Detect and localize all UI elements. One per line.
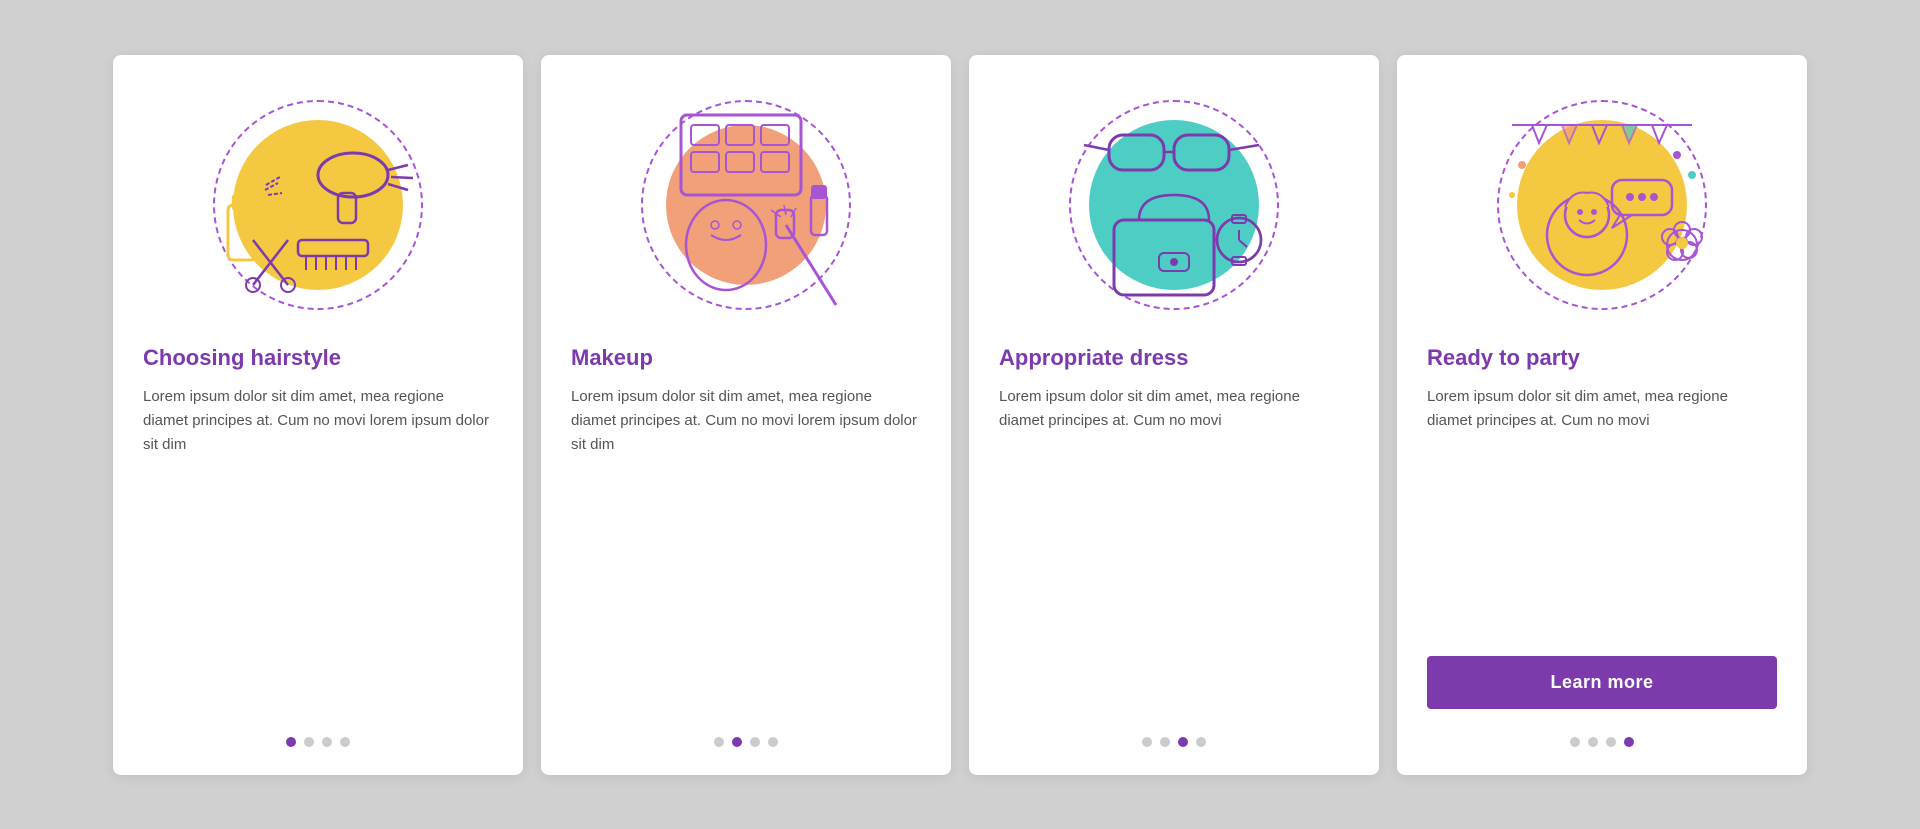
dot-2 [304, 737, 314, 747]
dress-title: Appropriate dress [999, 345, 1349, 371]
makeup-title: Makeup [571, 345, 921, 371]
cards-container: Choosing hairstyle Lorem ipsum dolor sit… [73, 15, 1847, 815]
dot-1 [1570, 737, 1580, 747]
learn-more-button[interactable]: Learn more [1427, 656, 1777, 709]
dot-1 [286, 737, 296, 747]
dress-text: Lorem ipsum dolor sit dim amet, mea regi… [999, 385, 1349, 717]
party-title: Ready to party [1427, 345, 1777, 371]
dot-4 [1624, 737, 1634, 747]
dot-1 [1142, 737, 1152, 747]
dot-2 [1160, 737, 1170, 747]
hairstyle-dots [143, 737, 493, 747]
dot-2 [732, 737, 742, 747]
makeup-dots [571, 737, 921, 747]
dot-3 [1178, 737, 1188, 747]
card-dress: Appropriate dress Lorem ipsum dolor sit … [969, 55, 1379, 775]
card-hairstyle: Choosing hairstyle Lorem ipsum dolor sit… [113, 55, 523, 775]
dot-3 [1606, 737, 1616, 747]
party-text: Lorem ipsum dolor sit dim amet, mea regi… [1427, 385, 1777, 646]
hairstyle-text: Lorem ipsum dolor sit dim amet, mea regi… [143, 385, 493, 717]
makeup-text: Lorem ipsum dolor sit dim amet, mea regi… [571, 385, 921, 717]
dress-illustration [1054, 85, 1294, 325]
dot-4 [768, 737, 778, 747]
dot-4 [1196, 737, 1206, 747]
dot-4 [340, 737, 350, 747]
dress-dots [999, 737, 1349, 747]
dot-2 [1588, 737, 1598, 747]
dot-1 [714, 737, 724, 747]
party-illustration [1482, 85, 1722, 325]
dot-3 [750, 737, 760, 747]
hairstyle-title: Choosing hairstyle [143, 345, 493, 371]
hairstyle-illustration [198, 85, 438, 325]
card-party: Ready to party Lorem ipsum dolor sit dim… [1397, 55, 1807, 775]
makeup-illustration [626, 85, 866, 325]
dot-3 [322, 737, 332, 747]
party-dots [1427, 737, 1777, 747]
card-makeup: Makeup Lorem ipsum dolor sit dim amet, m… [541, 55, 951, 775]
